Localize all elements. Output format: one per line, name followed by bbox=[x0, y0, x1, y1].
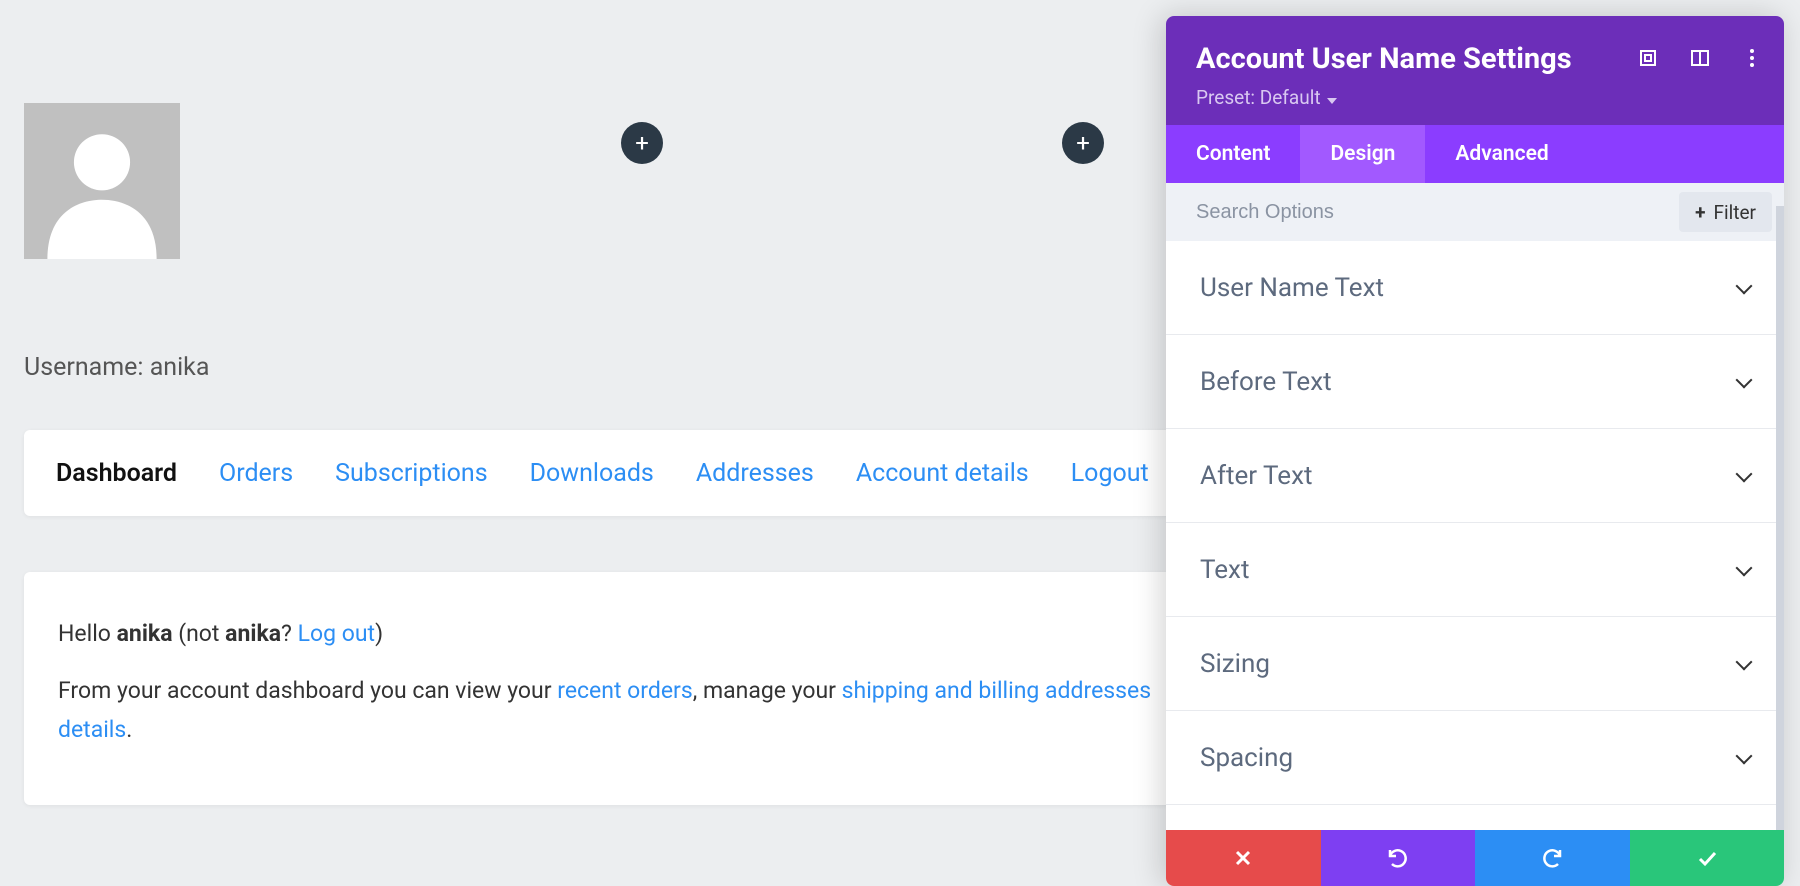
recent-orders-link[interactable]: recent orders bbox=[557, 677, 692, 704]
settings-panel: Account User Name Settings Preset: Defau… bbox=[1166, 16, 1784, 886]
option-groups: User Name Text Before Text After Text Te… bbox=[1166, 241, 1784, 830]
username-value: anika bbox=[150, 353, 210, 382]
plus-icon: + bbox=[1076, 131, 1090, 155]
more-icon[interactable] bbox=[1740, 46, 1764, 70]
panel-tab-advanced[interactable]: Advanced bbox=[1425, 125, 1578, 183]
chevron-down-icon bbox=[1738, 367, 1750, 397]
tab-orders[interactable]: Orders bbox=[219, 459, 293, 488]
avatar-placeholder-icon bbox=[24, 103, 180, 259]
greeting-user: anika bbox=[117, 620, 173, 647]
group-sizing[interactable]: Sizing bbox=[1166, 617, 1784, 711]
tab-addresses[interactable]: Addresses bbox=[696, 459, 814, 488]
save-button[interactable] bbox=[1630, 830, 1785, 886]
chevron-down-icon bbox=[1738, 743, 1750, 773]
shipping-billing-link[interactable]: shipping and billing addresses bbox=[842, 677, 1151, 704]
panel-scrollbar[interactable] bbox=[1776, 206, 1784, 830]
redo-button[interactable] bbox=[1475, 830, 1630, 886]
chevron-down-icon bbox=[1738, 461, 1750, 491]
filter-button[interactable]: Filter bbox=[1679, 192, 1772, 232]
panel-actions bbox=[1166, 830, 1784, 886]
panel-header: Account User Name Settings Preset: Defau… bbox=[1166, 16, 1784, 125]
group-label: User Name Text bbox=[1200, 273, 1384, 303]
group-text[interactable]: Text bbox=[1166, 523, 1784, 617]
caret-down-icon bbox=[1327, 86, 1337, 109]
username-label: Username: bbox=[24, 353, 150, 382]
search-row: Filter bbox=[1166, 183, 1784, 241]
layout-icon[interactable] bbox=[1688, 46, 1712, 70]
panel-header-icons bbox=[1636, 46, 1764, 70]
redo-icon bbox=[1540, 846, 1564, 870]
tab-subscriptions[interactable]: Subscriptions bbox=[335, 459, 487, 488]
undo-icon bbox=[1386, 846, 1410, 870]
group-label: After Text bbox=[1200, 461, 1313, 491]
tab-downloads[interactable]: Downloads bbox=[530, 459, 654, 488]
group-user-name-text[interactable]: User Name Text bbox=[1166, 241, 1784, 335]
plus-icon bbox=[1695, 201, 1705, 224]
group-label: Before Text bbox=[1200, 367, 1332, 397]
tab-logout[interactable]: Logout bbox=[1071, 459, 1149, 488]
group-after-text[interactable]: After Text bbox=[1166, 429, 1784, 523]
cancel-button[interactable] bbox=[1166, 830, 1321, 886]
preset-label: Preset: Default bbox=[1196, 86, 1321, 109]
chevron-down-icon bbox=[1738, 555, 1750, 585]
details-link[interactable]: details bbox=[58, 716, 126, 743]
logout-link[interactable]: Log out bbox=[298, 620, 375, 647]
filter-label: Filter bbox=[1714, 201, 1756, 224]
search-options-input[interactable] bbox=[1196, 201, 1669, 224]
undo-button[interactable] bbox=[1321, 830, 1476, 886]
group-spacing[interactable]: Spacing bbox=[1166, 711, 1784, 805]
group-label: Spacing bbox=[1200, 743, 1293, 773]
panel-tab-design[interactable]: Design bbox=[1300, 125, 1425, 183]
group-before-text[interactable]: Before Text bbox=[1166, 335, 1784, 429]
chevron-down-icon bbox=[1738, 273, 1750, 303]
tab-account-details[interactable]: Account details bbox=[856, 459, 1029, 488]
group-label: Sizing bbox=[1200, 649, 1270, 679]
greeting-not-user: anika bbox=[225, 620, 281, 647]
expand-icon[interactable] bbox=[1636, 46, 1660, 70]
avatar bbox=[24, 103, 180, 259]
close-icon bbox=[1233, 848, 1253, 868]
add-module-button-2[interactable]: + bbox=[1062, 122, 1104, 164]
check-icon bbox=[1696, 847, 1718, 869]
panel-tabs: Content Design Advanced bbox=[1166, 125, 1784, 183]
username-text: Username: anika bbox=[24, 353, 209, 382]
preset-selector[interactable]: Preset: Default bbox=[1196, 86, 1337, 109]
plus-icon: + bbox=[635, 131, 649, 155]
add-module-button-1[interactable]: + bbox=[621, 122, 663, 164]
panel-tab-content[interactable]: Content bbox=[1166, 125, 1300, 183]
group-label: Text bbox=[1200, 555, 1249, 585]
tab-dashboard[interactable]: Dashboard bbox=[56, 459, 177, 488]
chevron-down-icon bbox=[1738, 649, 1750, 679]
